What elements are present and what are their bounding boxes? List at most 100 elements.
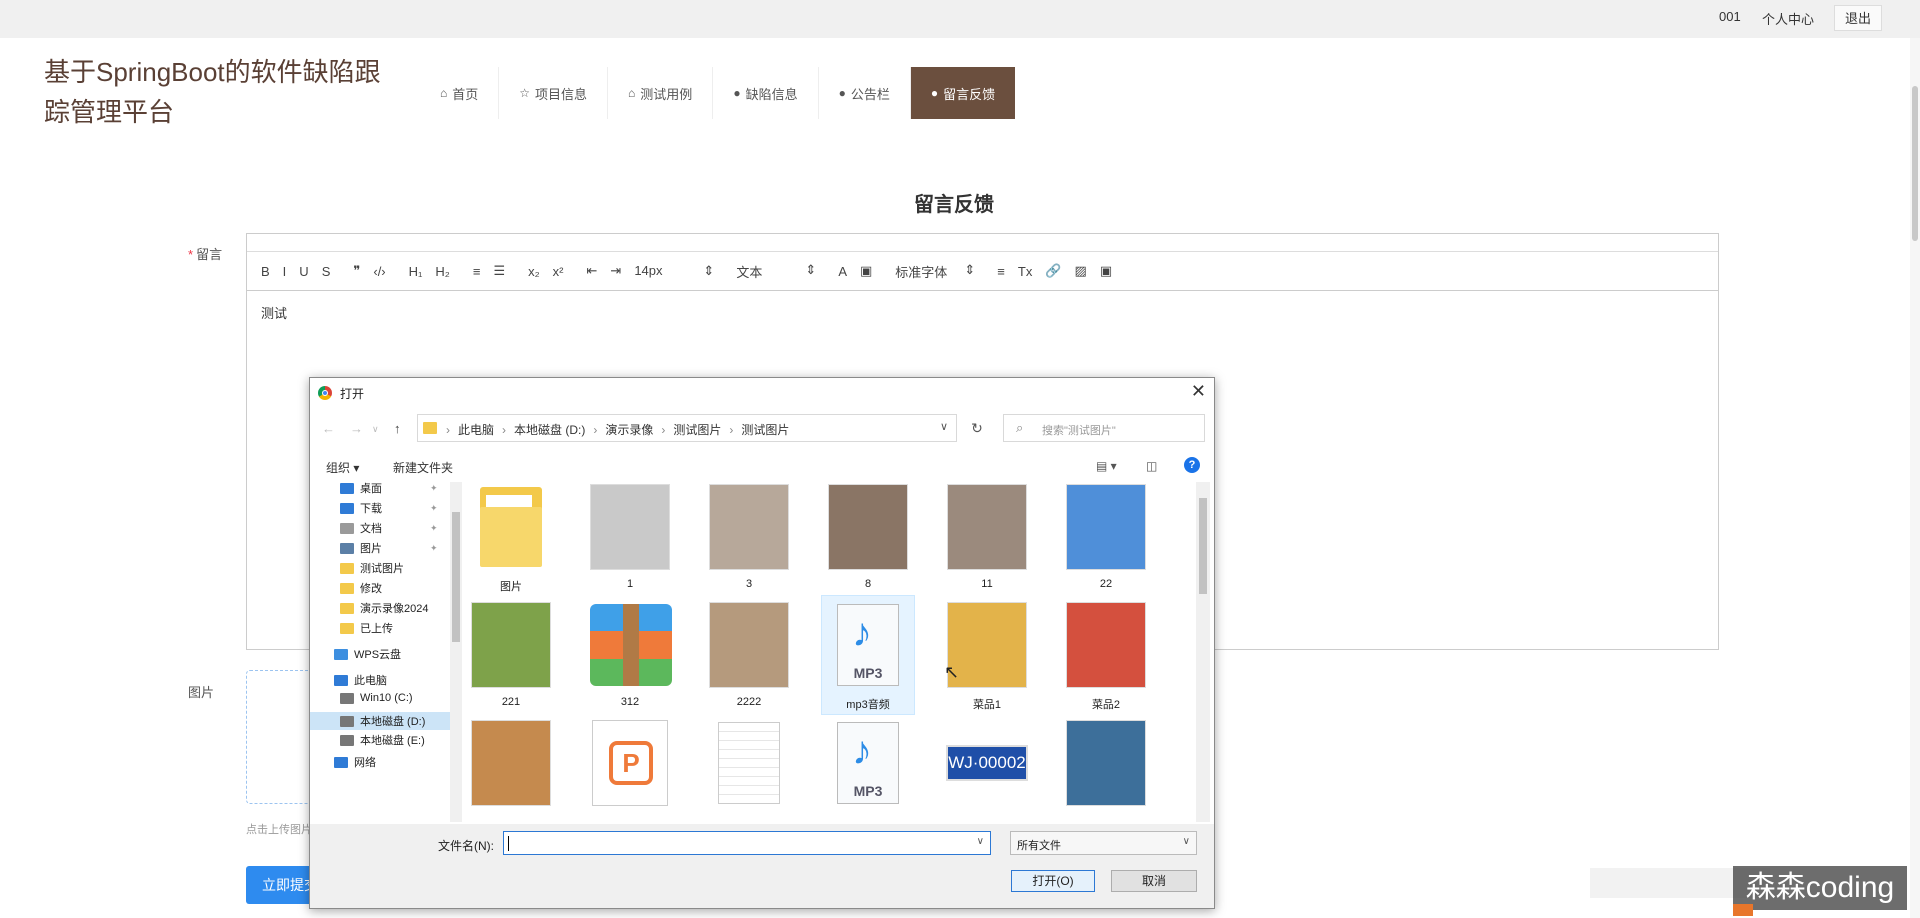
align-icon[interactable]: ≡ (997, 264, 1005, 279)
view-icon[interactable]: ▤ ▾ (1096, 459, 1117, 473)
preview-pane-icon[interactable]: ◫ (1146, 459, 1157, 473)
breadcrumb-item[interactable]: 测试图片 (741, 423, 789, 437)
file-type-select[interactable]: 所有文件 ∨ (1010, 831, 1197, 855)
font-size-select[interactable]: 14px ⇕ (634, 263, 714, 279)
breadcrumb-item[interactable]: 测试图片 (673, 423, 721, 437)
file-item[interactable]: P (584, 714, 676, 822)
help-icon[interactable]: ? (1184, 457, 1200, 473)
breadcrumb-item[interactable]: 演示录像 (605, 423, 653, 437)
editor-button-11[interactable]: x² (553, 264, 564, 279)
tree-item[interactable]: 下载 ✦ (340, 500, 438, 516)
editor-button-2[interactable]: U (299, 264, 308, 279)
nav-item-1[interactable]: ☆ 项目信息 (499, 67, 609, 119)
dialog-titlebar[interactable]: 打开 ✕ (310, 378, 1214, 408)
editor-button-13[interactable]: ⇥ (610, 263, 621, 279)
tree-item[interactable]: 本地磁盘 (D:) (310, 712, 458, 730)
file-item[interactable]: WJ·00002 (941, 714, 1033, 822)
font-color-icon[interactable]: A (838, 264, 847, 279)
editor-button-6[interactable]: H₁ (409, 264, 423, 279)
file-item[interactable]: 8 (822, 482, 914, 596)
file-item[interactable]: 11 (941, 482, 1033, 596)
file-item[interactable] (465, 714, 557, 822)
up-arrow-icon[interactable]: ↑ (394, 421, 401, 436)
editor-button-9[interactable]: ☰ (493, 263, 505, 279)
file-item[interactable]: 菜品2 (1060, 596, 1152, 714)
text-format-select[interactable]: 文本 ⇕ (736, 262, 816, 281)
logout-button[interactable]: 退出 (1834, 5, 1882, 31)
tree-item[interactable]: 本地磁盘 (E:) (340, 732, 425, 748)
clear-format-icon[interactable]: Tx (1018, 264, 1032, 279)
breadcrumb-item[interactable]: 本地磁盘 (D:) (514, 423, 585, 437)
editor-button-5[interactable]: ‹/› (373, 264, 385, 279)
nav-item-5[interactable]: ● 留言反馈 (910, 67, 1016, 119)
editor-button-10[interactable]: x₂ (528, 264, 540, 279)
tree-item[interactable]: 桌面 ✦ (340, 482, 438, 496)
open-button[interactable]: 打开(O) (1011, 870, 1095, 892)
refresh-icon[interactable]: ↻ (964, 415, 990, 441)
back-arrow-icon[interactable]: ← (322, 421, 335, 436)
editor-button-3[interactable]: S (322, 264, 331, 279)
editor-content[interactable]: 测试 (247, 291, 1718, 334)
file-item[interactable]: ♪ MP3 mp3音频 (821, 595, 915, 715)
file-item[interactable]: ♪ MP3 (822, 714, 914, 822)
nav-item-2[interactable]: ⌂ 测试用例 (608, 67, 714, 119)
page-scrollbar[interactable] (1910, 38, 1920, 918)
editor-button-1[interactable]: I (283, 264, 287, 279)
breadcrumb-item[interactable]: 此电脑 (458, 423, 494, 437)
editor-button-12[interactable]: ⇤ (587, 263, 598, 279)
editor-button-0[interactable]: B (261, 264, 270, 279)
nav-item-4[interactable]: ● 公告栏 (819, 67, 911, 119)
editor-button-7[interactable]: H₂ (435, 264, 449, 279)
font-family-select[interactable]: 标准字体 ⇕ (895, 262, 975, 281)
forward-arrow-icon[interactable]: → (350, 421, 363, 436)
tree-item[interactable]: 图片 ✦ (340, 540, 438, 556)
tree-item[interactable]: 测试图片 (340, 560, 404, 576)
file-item[interactable] (703, 714, 795, 822)
editor-button-4[interactable]: ❞ (353, 263, 360, 279)
tree-item[interactable]: Win10 (C:) (340, 692, 413, 704)
file-item[interactable]: 2222 (703, 596, 795, 714)
new-folder-button[interactable]: 新建文件夹 (393, 459, 453, 476)
chevron-down-icon[interactable]: ∨ (977, 836, 984, 847)
file-scrollbar[interactable] (1196, 482, 1210, 822)
tree-item[interactable]: 此电脑 (334, 672, 387, 688)
page-scrollbar-thumb[interactable] (1912, 86, 1918, 241)
cancel-button[interactable]: 取消 (1111, 870, 1197, 892)
editor-button-8[interactable]: ≡ (473, 264, 481, 279)
video-icon[interactable]: ▣ (1100, 263, 1112, 279)
file-item[interactable]: 菜品1 (941, 596, 1033, 714)
archive-icon (590, 601, 672, 689)
image-icon[interactable]: ▨ (1075, 263, 1087, 279)
link-icon[interactable]: 🔗 (1045, 263, 1061, 279)
nav-item-label: 项目信息 (535, 86, 588, 102)
file-item[interactable] (1060, 714, 1152, 822)
tree-item[interactable]: WPS云盘 (334, 646, 401, 662)
tree-scrollbar[interactable] (450, 482, 462, 822)
file-item[interactable]: 3 (703, 482, 795, 596)
nav-item-3[interactable]: ● 缺陷信息 (713, 67, 819, 119)
tree-item[interactable]: 文档 ✦ (340, 520, 438, 536)
profile-link[interactable]: 个人中心 (1762, 9, 1814, 28)
folder-icon (340, 502, 354, 514)
history-chevron-icon[interactable]: ∨ (372, 424, 379, 435)
organize-menu[interactable]: 组织 ▾ (326, 459, 359, 476)
file-item[interactable]: 312 (584, 596, 676, 714)
file-item[interactable]: 221 (465, 596, 557, 714)
file-item[interactable]: 1 (584, 482, 676, 596)
filename-input[interactable]: ∨ (503, 831, 991, 855)
tree-item[interactable]: 演示录像2024 (340, 600, 428, 616)
background-color-icon[interactable]: ▣ (860, 263, 872, 279)
image-thumbnail (709, 483, 789, 571)
tree-item[interactable]: 网络 (334, 754, 376, 770)
nav-item-0[interactable]: ⌂ 首页 (420, 67, 500, 119)
tree-item[interactable]: 已上传 (340, 620, 393, 636)
address-bar[interactable]: › 此电脑 › 本地磁盘 (D:) › 演示录像 › 测试图片 › 测试图片 ∨ (417, 414, 957, 442)
file-item[interactable]: 22 (1060, 482, 1152, 596)
file-scrollbar-thumb[interactable] (1199, 498, 1207, 594)
search-input[interactable]: ⌕ 搜索"测试图片" (1003, 414, 1205, 442)
tree-item[interactable]: 修改 (340, 580, 382, 596)
file-item[interactable]: 图片 (465, 482, 557, 596)
close-icon[interactable]: ✕ (1191, 381, 1206, 402)
tree-scrollbar-thumb[interactable] (452, 512, 460, 642)
chevron-down-icon[interactable]: ∨ (940, 420, 948, 433)
